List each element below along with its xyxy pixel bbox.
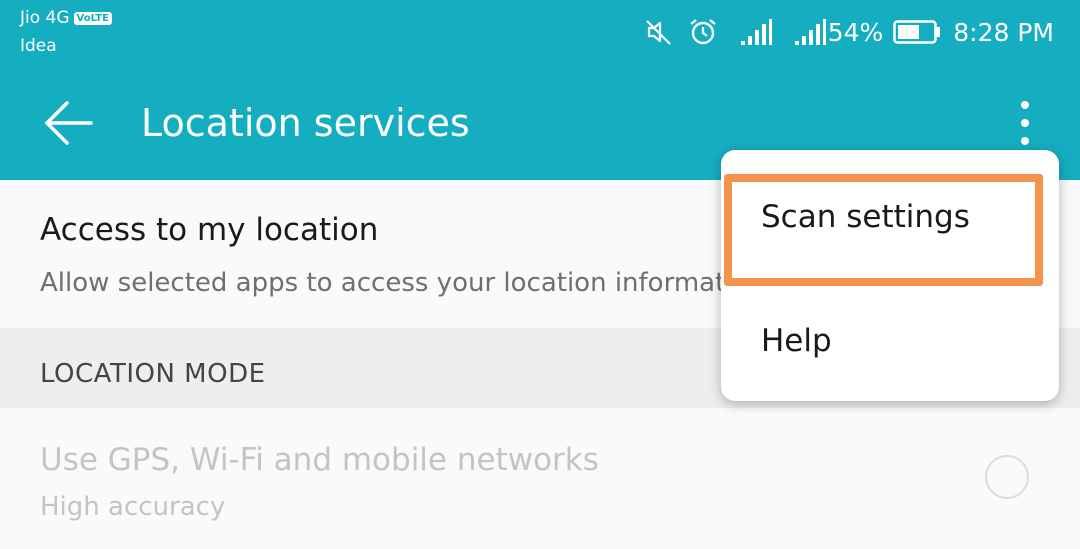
access-to-location-title: Access to my location — [40, 212, 379, 248]
signal-icon — [740, 18, 772, 46]
volte-badge: VoLTE — [73, 11, 112, 25]
clock: 8:28 PM — [953, 17, 1054, 47]
location-mode-option-high-accuracy[interactable]: Use GPS, Wi-Fi and mobile networks High … — [0, 408, 1080, 549]
screen: Jio 4G VoLTE Idea 54% 8:28 PM Location s… — [0, 0, 1080, 549]
more-options-button[interactable] — [1000, 95, 1050, 151]
access-to-location-subtitle: Allow selected apps to access your locat… — [40, 268, 733, 298]
page-title: Location services — [141, 101, 470, 145]
location-mode-label: LOCATION MODE — [40, 359, 266, 389]
status-icons: 54% 8:28 PM — [644, 14, 1054, 50]
battery-percent: 54% — [827, 17, 884, 47]
carrier-primary-label: Jio 4G — [20, 8, 70, 28]
overflow-menu: Scan settings Help — [721, 150, 1059, 401]
battery-icon — [893, 19, 941, 45]
mute-icon — [644, 17, 674, 47]
arrow-left-icon — [45, 101, 93, 145]
carrier-primary: Jio 4G VoLTE — [20, 8, 112, 28]
location-mode-option-subtitle: High accuracy — [40, 492, 226, 522]
menu-item-help[interactable]: Help — [721, 286, 1059, 396]
carrier-secondary: Idea — [20, 36, 57, 56]
alarm-icon — [688, 17, 718, 47]
status-bar: Jio 4G VoLTE Idea 54% 8:28 PM — [0, 0, 1080, 70]
back-button[interactable] — [36, 95, 100, 151]
signal-icon — [794, 18, 826, 46]
location-mode-option-title: Use GPS, Wi-Fi and mobile networks — [40, 442, 599, 478]
high-accuracy-radio[interactable] — [985, 455, 1029, 499]
menu-item-scan-settings[interactable]: Scan settings — [721, 162, 1059, 272]
more-vertical-icon — [1021, 101, 1029, 145]
